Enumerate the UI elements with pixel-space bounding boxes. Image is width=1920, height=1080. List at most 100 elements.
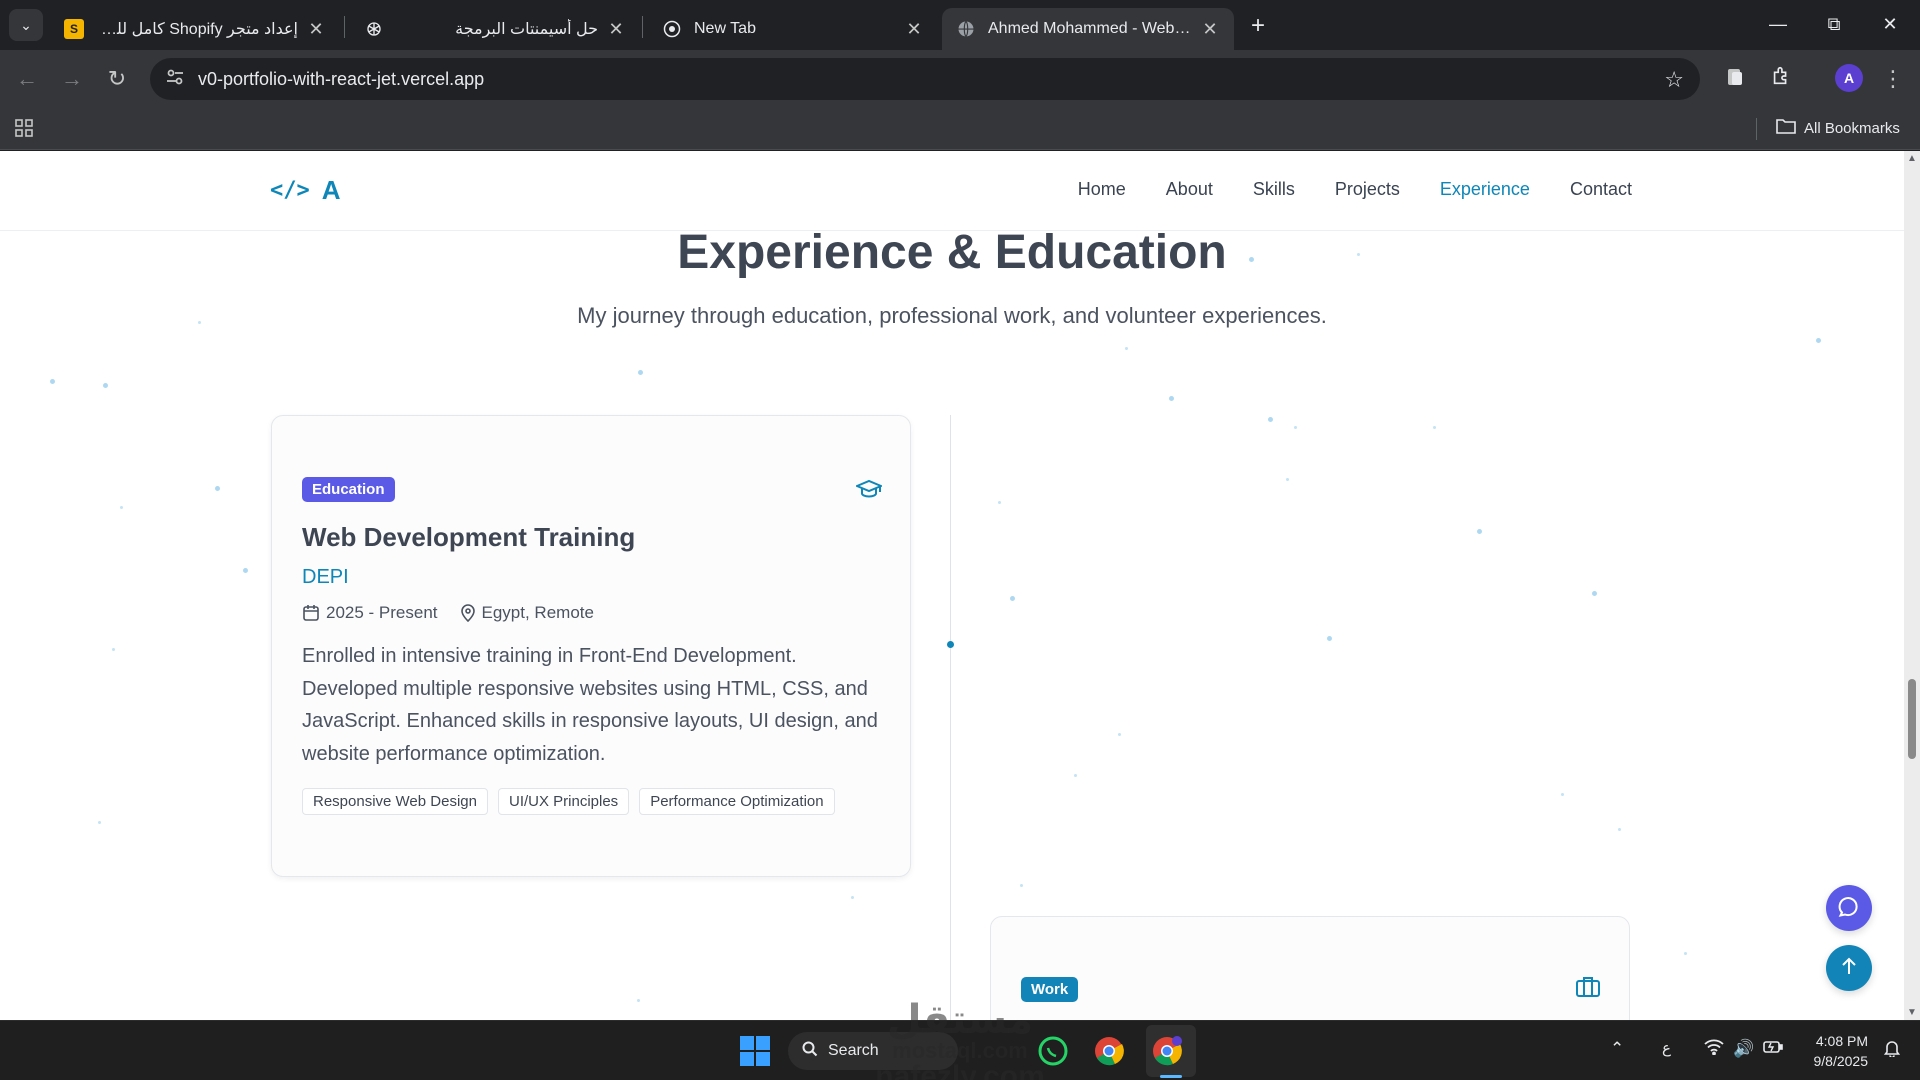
scroll-thumb[interactable] xyxy=(1908,679,1916,759)
tab-new-tab[interactable]: New Tab ✕ xyxy=(648,8,938,50)
close-icon: ✕ xyxy=(1882,13,1898,34)
back-button[interactable]: ← xyxy=(10,62,44,96)
input-language-indicator[interactable]: ع xyxy=(1662,1039,1671,1057)
briefcase-icon xyxy=(1575,975,1601,1002)
minimize-button[interactable]: — xyxy=(1750,0,1806,48)
site-logo[interactable]: </> A xyxy=(270,175,341,206)
tab-favicon: S xyxy=(64,19,84,39)
section-title: Experience & Education xyxy=(677,226,1227,279)
nav-contact[interactable]: Contact xyxy=(1570,179,1632,200)
nav-about[interactable]: About xyxy=(1166,179,1213,200)
section-subtitle: My journey through education, profession… xyxy=(577,303,1327,328)
calendar-icon xyxy=(302,604,320,622)
watermark-arabic: مستقل xyxy=(886,998,1034,1042)
close-icon[interactable]: ✕ xyxy=(606,19,626,40)
reload-button[interactable]: ↻ xyxy=(100,62,134,96)
particle xyxy=(1561,793,1564,796)
wifi-icon[interactable] xyxy=(1704,1039,1724,1060)
plus-icon: + xyxy=(1250,12,1265,39)
document-icon xyxy=(1726,67,1744,92)
nav-skills[interactable]: Skills xyxy=(1253,179,1295,200)
menu-button[interactable]: ⋮ xyxy=(1876,62,1910,96)
bookmark-star-icon[interactable]: ☆ xyxy=(1664,67,1684,93)
particle xyxy=(120,506,123,509)
more-vertical-icon: ⋮ xyxy=(1882,66,1904,91)
nav-home[interactable]: Home xyxy=(1078,179,1126,200)
particle xyxy=(1010,596,1015,601)
profile-avatar[interactable]: A xyxy=(1835,64,1863,92)
particle xyxy=(1286,478,1289,481)
url-text[interactable]: v0-portfolio-with-react-jet.vercel.app xyxy=(198,69,484,90)
particle xyxy=(103,383,108,388)
watermark-nafezly: nafezly.com xyxy=(875,1060,1045,1080)
chrome-icon[interactable] xyxy=(1092,1034,1126,1068)
all-bookmarks-label: All Bookmarks xyxy=(1804,119,1900,137)
close-icon[interactable]: ✕ xyxy=(1200,19,1220,40)
chat-button[interactable] xyxy=(1826,885,1872,931)
message-circle-icon xyxy=(1838,895,1860,922)
nav-experience[interactable]: Experience xyxy=(1440,179,1530,200)
restore-button[interactable]: ⧉ xyxy=(1806,0,1862,48)
close-icon[interactable]: ✕ xyxy=(904,19,924,40)
nav-links: Home About Skills Projects Experience Co… xyxy=(1078,179,1632,200)
bookmarks-separator xyxy=(1756,118,1757,140)
address-bar[interactable]: v0-portfolio-with-react-jet.vercel.app ☆ xyxy=(150,58,1700,100)
particle xyxy=(1118,733,1121,736)
particle xyxy=(1816,338,1821,343)
tab-portfolio[interactable]: Ahmed Mohammed - Web Dev ✕ xyxy=(942,8,1234,50)
tab-separator xyxy=(344,16,345,38)
particle xyxy=(1477,529,1482,534)
close-window-button[interactable]: ✕ xyxy=(1862,0,1918,48)
page-scrollbar[interactable]: ▲ ▼ xyxy=(1904,151,1920,1020)
tab-shopify[interactable]: S إعداد متجر Shopify كامل للدروبشي ✕ xyxy=(50,8,340,50)
tab-search-button[interactable]: ⌄ xyxy=(9,9,43,41)
particle xyxy=(215,486,220,491)
particle xyxy=(1433,426,1436,429)
particle xyxy=(1020,884,1023,887)
arrow-left-icon: ← xyxy=(16,66,38,91)
graduation-cap-icon xyxy=(854,478,884,505)
chrome-profile-icon[interactable] xyxy=(1150,1034,1184,1068)
reading-list-button[interactable] xyxy=(1718,62,1752,96)
scroll-to-top-button[interactable] xyxy=(1826,945,1872,991)
notification-bell-icon[interactable] xyxy=(1883,1039,1901,1062)
chrome-icon xyxy=(662,19,682,39)
scroll-up-icon[interactable]: ▲ xyxy=(1906,153,1918,164)
particle xyxy=(638,370,643,375)
new-tab-button[interactable]: + xyxy=(1244,12,1272,40)
minimize-icon: — xyxy=(1769,13,1787,34)
web-page: </> A Home About Skills Projects Experie… xyxy=(0,151,1904,1020)
particle xyxy=(1125,347,1128,350)
particle xyxy=(1684,952,1687,955)
particle xyxy=(1327,636,1332,641)
bookmarks-bar: All Bookmarks xyxy=(0,108,1920,150)
tab-assignments[interactable]: حل أسيمنتات البرمجة ✕ xyxy=(350,8,640,50)
chevron-down-icon: ⌄ xyxy=(20,16,32,33)
particle xyxy=(998,501,1001,504)
forward-button[interactable]: → xyxy=(55,62,89,96)
nav-projects[interactable]: Projects xyxy=(1335,179,1400,200)
system-clock[interactable]: 4:08 PM 9/8/2025 xyxy=(1800,1031,1869,1071)
watermark-mostaql: mostaql.com xyxy=(892,1038,1028,1063)
search-icon xyxy=(802,1041,818,1062)
particle xyxy=(1074,774,1077,777)
extensions-button[interactable] xyxy=(1764,62,1798,96)
volume-icon[interactable]: 🔊 xyxy=(1733,1039,1754,1059)
code-icon: </> xyxy=(270,178,310,203)
arrow-right-icon: → xyxy=(61,66,83,91)
apps-grid-icon[interactable] xyxy=(14,118,34,144)
tab-title: New Tab xyxy=(694,20,756,37)
reload-icon: ↻ xyxy=(107,66,127,91)
site-info-icon[interactable] xyxy=(164,69,186,90)
card-meta: 2025 - Present Egypt, Remote xyxy=(302,603,594,623)
windows-start-icon[interactable] xyxy=(740,1036,770,1066)
particle xyxy=(50,379,55,384)
particle xyxy=(1618,828,1621,831)
battery-icon[interactable] xyxy=(1763,1039,1783,1060)
close-icon[interactable]: ✕ xyxy=(306,19,326,40)
all-bookmarks-button[interactable]: All Bookmarks xyxy=(1776,118,1900,138)
experience-card-work: Work xyxy=(990,916,1630,1020)
chevron-up-icon[interactable]: ⌃ xyxy=(1610,1039,1624,1059)
scroll-down-icon[interactable]: ▼ xyxy=(1906,1007,1918,1018)
particle xyxy=(98,821,101,824)
